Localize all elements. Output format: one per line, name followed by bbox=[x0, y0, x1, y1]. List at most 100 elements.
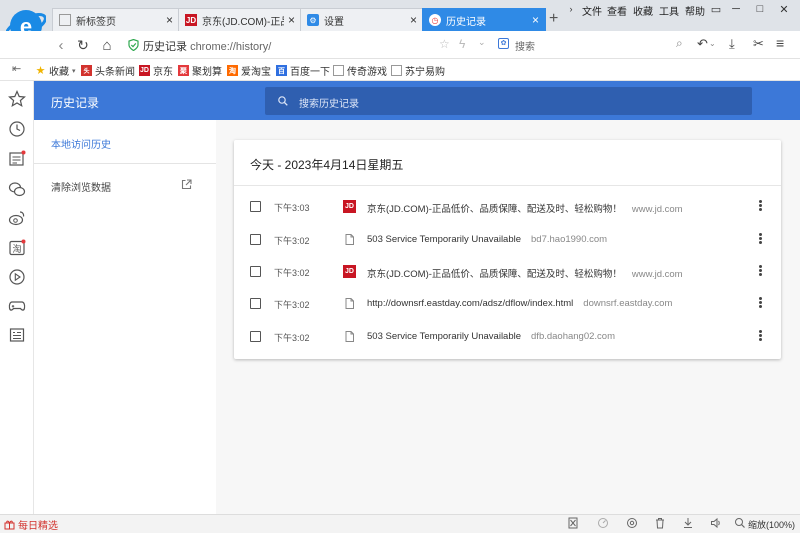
visit-link[interactable]: 京东(JD.COM)-正品低价、品质保障、配送及时、轻松购物！ www.jd.co… bbox=[367, 266, 683, 280]
search-engine-icon[interactable]: ✿ bbox=[498, 38, 509, 49]
skin-icon[interactable]: ▭ bbox=[708, 2, 724, 16]
star-icon: ★ bbox=[35, 65, 46, 77]
bookmark-favorites[interactable]: ★ 收藏 ▾ bbox=[35, 63, 76, 78]
bookmark-label: 头条新闻 bbox=[95, 67, 135, 78]
menu-favorites[interactable]: 收藏 bbox=[633, 3, 653, 18]
url-page-title: 历史记录 bbox=[143, 41, 187, 53]
download-icon[interactable]: ⤓ bbox=[729, 36, 735, 52]
tab-settings[interactable]: ⚙ 设置 × bbox=[300, 8, 424, 31]
history-row[interactable]: 下午3:02 http://downsrf.eastday.com/adsz/d… bbox=[234, 288, 781, 320]
speed-icon[interactable] bbox=[597, 517, 609, 529]
more-actions-icon[interactable] bbox=[756, 232, 764, 246]
reload-icon[interactable]: ↻ bbox=[74, 37, 92, 53]
visit-link[interactable]: 503 Service Temporarily Unavailable bd7.h… bbox=[367, 234, 607, 245]
zoom-level[interactable]: 缩放(100%) bbox=[748, 518, 795, 531]
history-row[interactable]: 下午3:02 JD 京东(JD.COM)-正品低价、品质保障、配送及时、轻松购物… bbox=[234, 256, 781, 288]
back-icon[interactable]: ‹ bbox=[52, 37, 70, 54]
scissors-icon[interactable]: ✂ bbox=[753, 36, 764, 52]
search-icon[interactable]: ⌕ bbox=[676, 36, 683, 51]
clock-icon: ◷ bbox=[429, 14, 441, 26]
taobao-icon: 淘 bbox=[227, 65, 238, 76]
chevron-right-icon[interactable]: › bbox=[563, 2, 579, 16]
history-row[interactable]: 下午3:02 503 Service Temporarily Unavailab… bbox=[234, 321, 781, 353]
chevron-down-icon[interactable]: ⌄ bbox=[478, 37, 486, 48]
external-link-icon[interactable] bbox=[181, 179, 192, 190]
sidebar-toggle-icon[interactable]: ⇤ bbox=[12, 62, 21, 75]
history-row[interactable]: 下午3:02 503 Service Temporarily Unavailab… bbox=[234, 224, 781, 256]
gift-icon bbox=[4, 520, 15, 530]
daily-picks-link[interactable]: 每日精选 bbox=[4, 517, 58, 532]
bookmark-chuanqi[interactable]: 传奇游戏 bbox=[333, 63, 387, 78]
jd-icon: JD bbox=[343, 265, 356, 278]
menu-file[interactable]: 文件 bbox=[582, 3, 602, 18]
visit-link[interactable]: 京东(JD.COM)-正品低价、品质保障、配送及时、轻松购物！ www.jd.co… bbox=[367, 201, 683, 215]
bookmark-toutiao[interactable]: 头 头条新闻 bbox=[81, 63, 135, 78]
minimize-icon[interactable]: ─ bbox=[728, 2, 744, 16]
visit-title: 503 Service Temporarily Unavailable bbox=[367, 234, 522, 245]
download-icon[interactable] bbox=[682, 517, 694, 529]
settings-icon[interactable] bbox=[626, 517, 638, 529]
lightning-icon[interactable]: ϟ bbox=[459, 37, 465, 51]
bookmark-jd[interactable]: JD 京东 bbox=[139, 63, 173, 78]
close-icon[interactable]: × bbox=[288, 14, 295, 26]
row-checkbox[interactable] bbox=[250, 234, 261, 245]
menu-tools[interactable]: 工具 bbox=[659, 3, 679, 18]
chevron-down-icon[interactable]: ⌄ bbox=[709, 39, 716, 48]
maximize-icon[interactable]: □ bbox=[752, 2, 768, 16]
gamepad-icon[interactable] bbox=[8, 297, 26, 315]
close-icon[interactable]: × bbox=[166, 14, 173, 26]
bookmark-suning[interactable]: 苏宁易购 bbox=[391, 63, 445, 78]
bookmark-taobao[interactable]: 淘 爱淘宝 bbox=[227, 63, 271, 78]
tab-history[interactable]: ◷ 历史记录 × bbox=[422, 8, 546, 31]
url-field[interactable]: 历史记录 chrome://history/ bbox=[143, 38, 271, 54]
star-icon[interactable]: ☆ bbox=[439, 37, 450, 51]
more-actions-icon[interactable] bbox=[756, 296, 764, 310]
more-actions-icon[interactable] bbox=[756, 264, 764, 278]
nav-clear-browsing-data[interactable]: 清除浏览数据 bbox=[51, 179, 111, 194]
visit-domain: dfb.daohang02.com bbox=[531, 331, 615, 342]
top-search-input[interactable]: 搜索 bbox=[515, 38, 535, 53]
menu-view[interactable]: 查看 bbox=[607, 3, 627, 18]
undo-icon[interactable]: ↶ bbox=[697, 36, 708, 52]
notes-icon[interactable] bbox=[8, 326, 26, 344]
tab-new-tab[interactable]: 新标签页 × bbox=[52, 8, 180, 31]
menu-help[interactable]: 帮助 bbox=[685, 3, 705, 18]
bookmark-juhuasuan[interactable]: 聚 聚划算 bbox=[178, 63, 222, 78]
volume-icon[interactable] bbox=[710, 517, 722, 529]
url-value: chrome://history/ bbox=[190, 41, 272, 53]
jd-icon: JD bbox=[139, 65, 150, 76]
page-icon bbox=[391, 65, 402, 76]
close-window-icon[interactable]: ✕ bbox=[776, 2, 792, 16]
history-search-input[interactable]: 搜索历史记录 bbox=[299, 95, 359, 110]
wechat-icon[interactable] bbox=[8, 180, 26, 198]
row-checkbox[interactable] bbox=[250, 266, 261, 277]
grid-icon bbox=[59, 14, 71, 26]
history-row[interactable]: 下午3:03 JD 京东(JD.COM)-正品低价、品质保障、配送及时、轻松购物… bbox=[234, 191, 781, 223]
tab-jd[interactable]: JD 京东(JD.COM)-正品低 × bbox=[178, 8, 302, 31]
menu-icon[interactable]: ≡ bbox=[776, 35, 784, 51]
close-icon[interactable]: × bbox=[410, 14, 417, 26]
more-actions-icon[interactable] bbox=[756, 329, 764, 343]
weibo-icon[interactable] bbox=[8, 209, 26, 227]
more-actions-icon[interactable] bbox=[756, 199, 764, 213]
visit-link[interactable]: http://downsrf.eastday.com/adsz/dflow/in… bbox=[367, 298, 672, 309]
close-icon[interactable]: × bbox=[532, 14, 539, 26]
visit-time: 下午3:03 bbox=[274, 203, 310, 213]
trash-icon[interactable] bbox=[654, 517, 666, 529]
row-checkbox[interactable] bbox=[250, 298, 261, 309]
bookmark-baidu[interactable]: 百 百度一下 bbox=[276, 63, 330, 78]
news-icon[interactable] bbox=[8, 150, 26, 168]
play-icon[interactable] bbox=[8, 268, 26, 286]
home-icon[interactable]: ⌂ bbox=[98, 37, 116, 54]
row-checkbox[interactable] bbox=[250, 201, 261, 212]
history-clock-icon[interactable] bbox=[8, 120, 26, 138]
row-checkbox[interactable] bbox=[250, 331, 261, 342]
nav-local-history[interactable]: 本地访问历史 bbox=[51, 136, 111, 151]
zoom-icon[interactable] bbox=[734, 517, 746, 529]
star-icon[interactable] bbox=[8, 90, 26, 108]
top-search-box[interactable]: ✿ 搜索 ⌕ bbox=[495, 35, 691, 55]
visit-link[interactable]: 503 Service Temporarily Unavailable dfb.d… bbox=[367, 331, 615, 342]
taobao-icon[interactable]: 淘 bbox=[8, 239, 26, 257]
block-icon[interactable] bbox=[567, 517, 579, 529]
new-tab-button[interactable]: + bbox=[549, 10, 558, 28]
